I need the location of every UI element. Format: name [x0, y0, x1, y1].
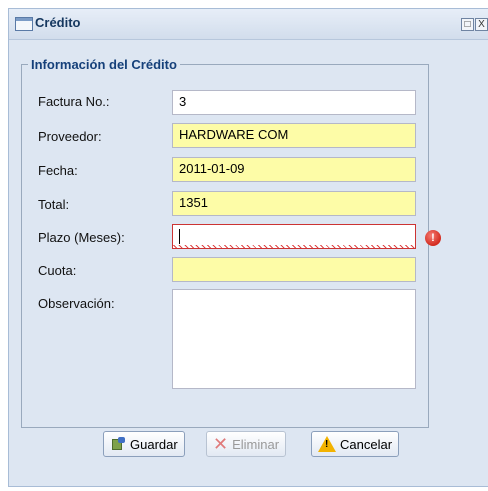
delete-button-label: Eliminar: [232, 436, 280, 452]
term-months-field[interactable]: [172, 224, 416, 249]
delete-x-icon: ✕: [213, 434, 229, 454]
window-titlebar[interactable]: Crédito □ X: [9, 9, 488, 40]
text-caret: [179, 229, 180, 245]
close-button[interactable]: X: [475, 18, 488, 31]
term-months-label: Plazo (Meses):: [38, 230, 125, 245]
save-icon: [110, 436, 126, 452]
cancel-button[interactable]: ! Cancelar: [311, 431, 400, 457]
invoice-number-label: Factura No.:: [38, 94, 110, 109]
installment-label: Cuota:: [38, 263, 77, 278]
observation-label: Observación:: [38, 296, 115, 311]
save-button[interactable]: Guardar: [103, 431, 185, 457]
delete-button[interactable]: ✕ Eliminar: [206, 431, 287, 457]
date-label: Fecha:: [38, 163, 78, 178]
date-field[interactable]: 2011-01-09: [172, 157, 416, 182]
warning-icon: !: [318, 436, 336, 452]
error-icon: !: [425, 230, 441, 246]
restore-button[interactable]: □: [461, 18, 474, 31]
window-icon: [15, 17, 33, 31]
supplier-label: Proveedor:: [38, 129, 102, 144]
total-label: Total:: [38, 197, 70, 212]
installment-field[interactable]: [172, 257, 416, 282]
cancel-button-label: Cancelar: [340, 436, 393, 452]
invoice-number-field[interactable]: 3: [172, 90, 416, 115]
supplier-field[interactable]: HARDWARE COM: [172, 123, 416, 148]
window-title: Crédito: [35, 15, 81, 30]
save-button-label: Guardar: [130, 436, 178, 452]
fieldset-legend: Información del Crédito: [31, 57, 177, 72]
observation-textarea[interactable]: [172, 289, 416, 389]
total-field[interactable]: 1351: [172, 191, 416, 216]
